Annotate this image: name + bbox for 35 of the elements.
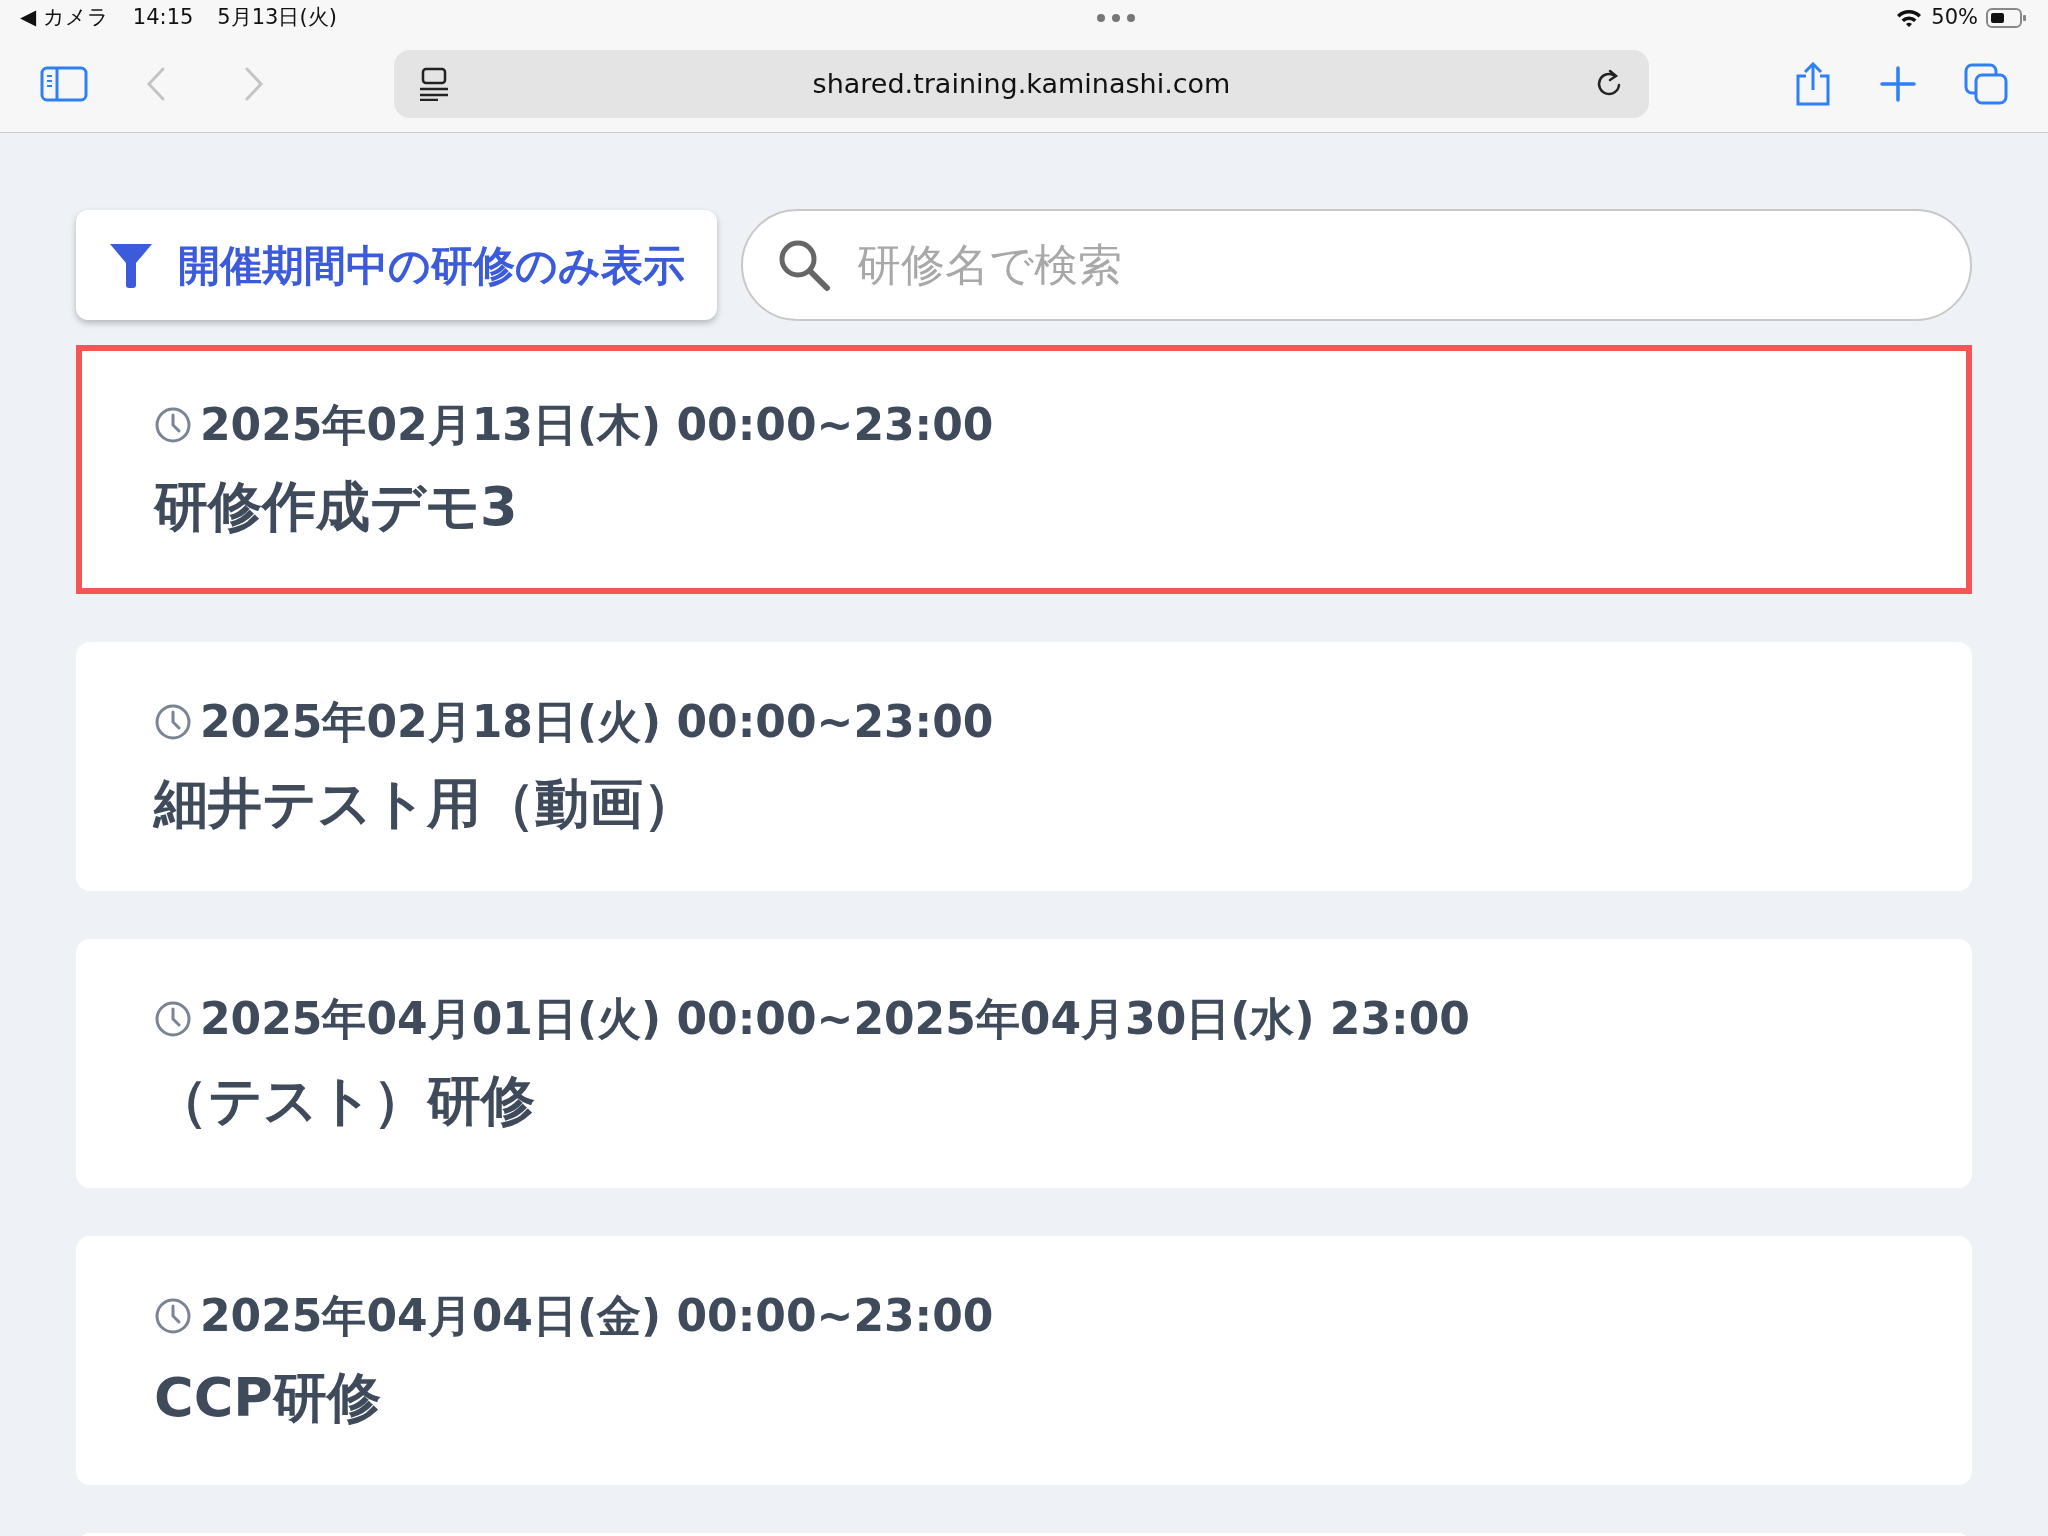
training-card[interactable]: 2025年02月18日(火) 00:00~23:00 細井テスト用（動画）: [76, 642, 1972, 891]
multitasking-dots-icon[interactable]: [1096, 13, 1137, 23]
search-icon: [777, 238, 831, 292]
filter-button[interactable]: 開催期間中の研修のみ表示: [76, 210, 717, 320]
clock-icon: [154, 406, 192, 444]
clock-icon: [154, 703, 192, 741]
clock-icon: [154, 1297, 192, 1335]
battery-percentage: 50%: [1931, 4, 1978, 32]
training-card[interactable]: 2025年04月04日(金) 00:00~23:00 CCP研修: [76, 1236, 1972, 1485]
wifi-icon: [1895, 7, 1924, 29]
status-date: 5月13日(火): [217, 4, 337, 32]
filter-icon: [108, 241, 154, 289]
tabs-overview-icon[interactable]: [1964, 63, 2008, 105]
training-title: CCP研修: [154, 1365, 382, 1431]
address-bar[interactable]: shared.training.kaminashi.com: [394, 50, 1649, 118]
training-schedule: 2025年04月01日(火) 00:00~2025年04月30日(水) 23:00: [200, 992, 1470, 1046]
search-input[interactable]: 研修名で検索: [855, 231, 1936, 299]
url-text: shared.training.kaminashi.com: [812, 66, 1231, 101]
battery-icon: [1986, 7, 2028, 29]
training-title: 研修作成デモ3: [154, 474, 519, 540]
sidebar-icon[interactable]: [40, 66, 88, 102]
training-schedule: 2025年04月04日(金) 00:00~23:00: [200, 1289, 994, 1343]
share-icon[interactable]: [1794, 62, 1832, 106]
new-tab-icon[interactable]: [1880, 66, 1916, 102]
reader-icon[interactable]: [418, 67, 450, 101]
back-to-app-link[interactable]: ◀ カメラ: [20, 2, 109, 34]
training-schedule: 2025年02月18日(火) 00:00~23:00: [200, 695, 994, 749]
training-card[interactable]: 2025年04月01日(火) 00:00~2025年04月30日(水) 23:00 （テスト）研修: [76, 939, 1972, 1188]
status-time: 14:15: [132, 4, 194, 32]
training-card[interactable]: 2025年02月13日(木) 00:00~23:00 研修作成デモ3: [76, 345, 1972, 594]
training-title: 細井テスト用（動画）: [154, 771, 698, 837]
search-field[interactable]: 研修名で検索: [741, 209, 1972, 321]
training-schedule: 2025年02月13日(木) 00:00~23:00: [200, 398, 994, 452]
training-title: （テスト）研修: [154, 1068, 536, 1134]
clock-icon: [154, 1000, 192, 1038]
